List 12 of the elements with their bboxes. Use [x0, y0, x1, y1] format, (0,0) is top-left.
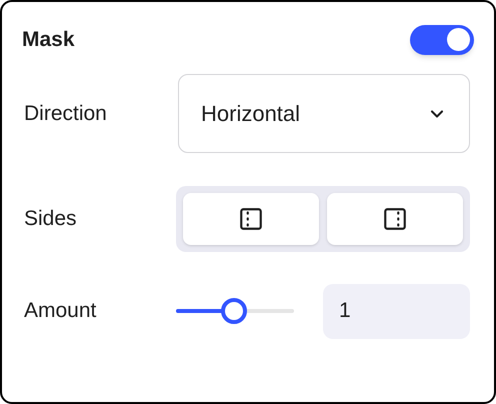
mask-toggle[interactable] [410, 24, 474, 55]
field-label: Amount [24, 298, 98, 324]
field-label: Direction [24, 100, 108, 127]
direction-select[interactable]: Horizontal [178, 74, 470, 153]
field-label: Sides [24, 206, 78, 232]
right-edge-icon [382, 206, 408, 232]
amount-input[interactable]: 1 [323, 284, 470, 338]
amount-slider[interactable] [176, 298, 294, 324]
panel-title: Mask [22, 27, 75, 53]
left-edge-icon [238, 206, 264, 232]
side-option[interactable] [183, 192, 319, 244]
side-option[interactable] [327, 192, 463, 244]
